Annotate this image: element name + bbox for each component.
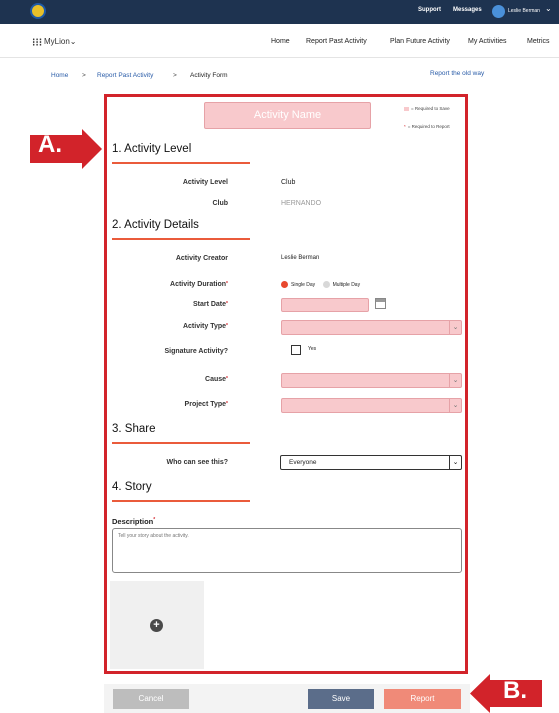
user-name[interactable]: Leslie Berman [508, 8, 540, 14]
multiple-day-label: Multiple Day [332, 281, 361, 288]
legend-text: = Required to Save [411, 106, 450, 111]
report-old-way-link[interactable]: Report the old way [430, 70, 484, 77]
support-link[interactable]: Support [418, 7, 441, 13]
chevron-down-icon: ⌄ [449, 321, 461, 334]
calendar-icon[interactable] [375, 298, 386, 309]
activity-duration-label: Activity Duration* [170, 281, 228, 288]
apps-grid-icon[interactable] [32, 38, 42, 46]
chevron-down-icon: ⌄ [69, 37, 77, 46]
nav-home[interactable]: Home [271, 38, 290, 45]
label-text: Start Date [192, 301, 227, 308]
club-value: HERNANDO [281, 200, 322, 207]
breadcrumb-home[interactable]: Home [51, 72, 68, 79]
section-activity-level-heading: 1. Activity Level [112, 143, 192, 155]
nav-my-activities[interactable]: My Activities [468, 38, 507, 45]
project-type-select[interactable]: ⌄ [281, 398, 462, 413]
app-switcher[interactable]: MyLion⌄ [44, 37, 77, 46]
activity-type-select[interactable]: ⌄ [281, 320, 462, 335]
label-text: Activity Duration [170, 281, 227, 288]
club-label: Club [212, 200, 228, 207]
save-button[interactable]: Save [308, 689, 374, 709]
legend-required-save: = Required to Save [404, 106, 450, 111]
label-text: Project Type [184, 401, 227, 408]
callout-b-label: B. [503, 677, 527, 704]
label-text: Cause [205, 376, 227, 383]
project-type-label: Project Type* [185, 401, 228, 408]
required-asterisk: * [153, 517, 156, 523]
top-bar: Support Messages Leslie Berman ⌄ [0, 0, 559, 24]
breadcrumb-separator: > [173, 72, 177, 79]
main-nav: MyLion⌄ Home Report Past Activity Plan F… [0, 24, 559, 58]
nav-report-past-activity[interactable]: Report Past Activity [306, 38, 367, 45]
cause-select[interactable]: ⌄ [281, 373, 462, 388]
breadcrumb-report-past[interactable]: Report Past Activity [97, 72, 153, 79]
required-asterisk: * [226, 401, 228, 407]
signature-activity-label: Signature Activity? [164, 348, 228, 355]
app-name: MyLion [44, 37, 70, 46]
report-button[interactable]: Report [384, 689, 461, 709]
chevron-down-icon: ⌄ [449, 399, 461, 412]
activity-level-label: Activity Level [182, 179, 228, 186]
chevron-down-icon[interactable]: ⌄ [545, 4, 552, 13]
section-activity-details-heading: 2. Activity Details [112, 219, 199, 231]
required-asterisk: * [226, 301, 228, 307]
chevron-down-icon: ⌄ [449, 374, 461, 387]
messages-link[interactable]: Messages [453, 7, 482, 13]
section-divider [112, 442, 250, 444]
section-divider [112, 500, 250, 502]
required-asterisk: * [226, 323, 228, 329]
legend-text: = Required to Report [407, 124, 450, 129]
nav-metrics[interactable]: Metrics [527, 38, 550, 45]
start-date-input[interactable] [281, 298, 369, 312]
share-visibility-select[interactable]: Everyone ⌄ [280, 455, 462, 470]
activity-creator-label: Activity Creator [175, 255, 228, 262]
description-label: Description* [112, 517, 155, 526]
required-asterisk: * [226, 376, 228, 382]
share-visibility-label: Who can see this? [166, 459, 228, 466]
legend-required-report: * = Required to Report [404, 124, 450, 129]
asterisk-icon: * [404, 124, 406, 129]
description-textarea[interactable] [112, 528, 462, 573]
activity-type-label: Activity Type* [183, 323, 228, 330]
activity-name-input[interactable]: Activity Name [204, 102, 371, 129]
section-story-heading: 4. Story [112, 481, 152, 493]
required-asterisk: * [226, 281, 228, 287]
breadcrumb-separator: > [82, 72, 86, 79]
nav-plan-future-activity[interactable]: Plan Future Activity [390, 38, 450, 45]
section-share-heading: 3. Share [112, 423, 156, 435]
user-avatar[interactable] [492, 5, 505, 18]
share-selected-value: Everyone [289, 459, 317, 466]
multiple-day-radio[interactable] [322, 281, 330, 288]
cancel-button[interactable]: Cancel [113, 689, 189, 709]
label-text: Activity Type [182, 323, 227, 330]
callout-a-label: A. [38, 131, 62, 158]
start-date-label: Start Date* [193, 301, 228, 308]
activity-creator-value: Leslie Berman [281, 255, 320, 261]
breadcrumb-current: Activity Form [190, 72, 228, 79]
activity-level-value: Club [281, 179, 296, 186]
duration-radio-group: Single Day Multiple Day [281, 281, 360, 288]
lions-logo-icon[interactable] [30, 3, 46, 19]
label-text: Description [112, 517, 154, 526]
section-divider [112, 238, 250, 240]
chevron-down-icon: ⌄ [449, 456, 461, 469]
signature-yes-label: Yes [308, 346, 317, 352]
section-divider [112, 162, 250, 164]
pink-swatch-icon [404, 106, 409, 111]
single-day-radio[interactable] [281, 281, 288, 288]
signature-activity-checkbox[interactable] [291, 345, 301, 355]
add-photo-plus-icon[interactable]: + [150, 619, 163, 632]
cause-label: Cause* [205, 376, 228, 383]
single-day-label: Single Day [291, 281, 316, 288]
